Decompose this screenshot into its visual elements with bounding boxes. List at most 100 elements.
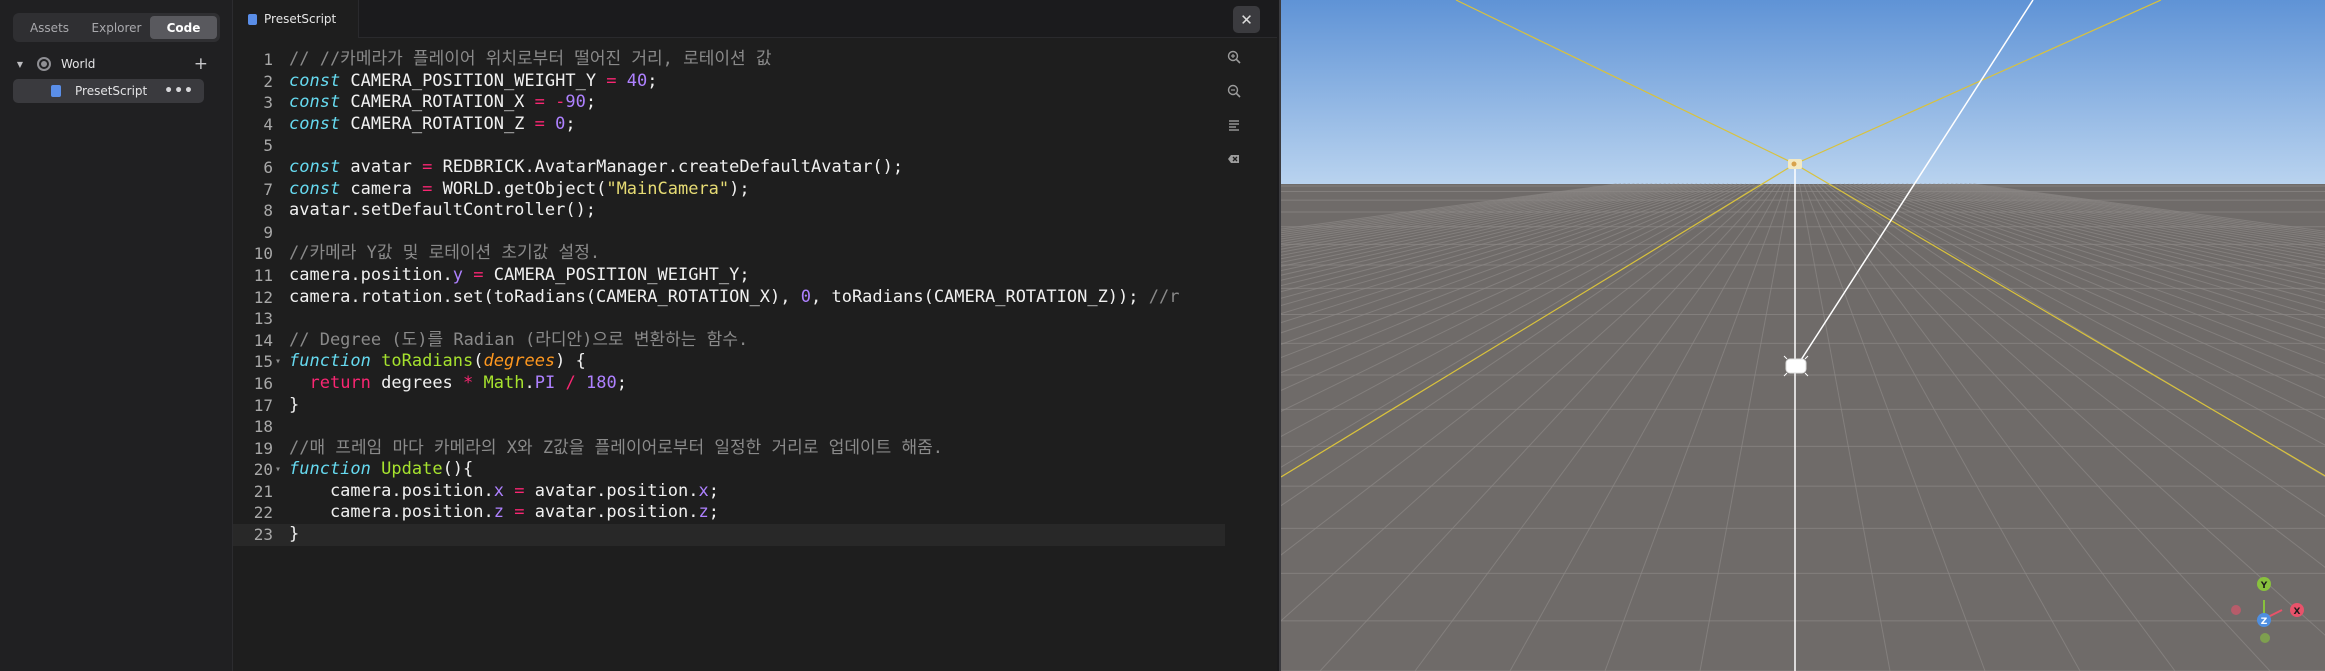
line-number: 10 — [253, 244, 273, 264]
more-options-button[interactable]: ••• — [164, 83, 194, 99]
code-text: const CAMERA_POSITION_WEIGHT_Y = 40; — [289, 70, 658, 91]
close-icon: ✕ — [1240, 10, 1253, 29]
line-number: 17 — [253, 395, 273, 415]
line-number: 8 — [263, 201, 273, 221]
line-number: 18 — [253, 417, 273, 437]
line-number: 20 — [253, 460, 273, 480]
code-text: } — [289, 524, 300, 545]
scene-canvas[interactable]: Y X Z — [1281, 0, 2325, 671]
gizmo-y-label: Y — [2260, 581, 2268, 591]
editor-file-tab[interactable]: PresetScript — [233, 0, 360, 38]
script-file-icon — [248, 13, 257, 25]
line-number: 2 — [263, 71, 273, 91]
code-text: function toRadians(degrees) { — [289, 351, 586, 372]
list-icon[interactable] — [1226, 118, 1242, 134]
code-line[interactable]: 2 const CAMERA_POSITION_WEIGHT_Y = 40; — [233, 71, 1225, 93]
code-line[interactable]: 23} — [233, 524, 1225, 546]
line-number: 11 — [253, 265, 273, 285]
camera-object-icon — [1788, 159, 1802, 169]
code-line[interactable]: 15 ▾ function toRadians(degrees) { — [233, 351, 1225, 373]
sky — [1281, 0, 2325, 184]
line-number: 23 — [253, 525, 273, 545]
line-number: 9 — [263, 222, 273, 242]
code-line[interactable]: 19 //매 프레임 마다 카메라의 X와 Z값을 플레이어로부터 일정한 거리로… — [233, 438, 1225, 460]
editor-file-tab-label: PresetScript — [264, 12, 337, 26]
code-line[interactable]: 6 const avatar = REDBRICK.AvatarManager.c… — [233, 157, 1225, 179]
code-line[interactable]: 17} — [233, 395, 1225, 417]
fold-toggle-icon[interactable]: ▾ — [275, 459, 285, 481]
code-text: const CAMERA_ROTATION_X = -90; — [289, 92, 597, 113]
code-line[interactable]: 16 return degrees * Math.PI / 180; — [233, 373, 1225, 395]
floor — [1281, 184, 2325, 671]
code-line[interactable]: 14 // Degree (도)를 Radian (라디안)으로 변환하는 함수. — [233, 330, 1225, 352]
code-line[interactable]: 3 const CAMERA_ROTATION_X = -90; — [233, 92, 1225, 114]
sidebar-tabs: Assets Explorer Code — [13, 13, 220, 42]
code-text: } — [289, 394, 300, 415]
tree-item-presetscript[interactable]: PresetScript ••• — [13, 79, 204, 103]
line-number: 3 — [263, 93, 273, 113]
line-number: 12 — [253, 287, 273, 307]
code-line[interactable]: 7 const camera = WORLD.getObject("MainCam… — [233, 179, 1225, 201]
code-text: // //카메라가 플레이어 위치로부터 떨어진 거리, 로테이션 값 — [289, 49, 772, 69]
zoom-out-icon[interactable] — [1226, 84, 1242, 100]
code-line[interactable]: 8 avatar.setDefaultController(); — [233, 200, 1225, 222]
tree-item-label: PresetScript — [75, 84, 148, 98]
line-number: 13 — [253, 309, 273, 329]
script-file-icon — [51, 85, 61, 97]
close-editor-button[interactable]: ✕ — [1233, 6, 1260, 33]
line-number: 6 — [263, 157, 273, 177]
code-area[interactable]: 1 // //카메라가 플레이어 위치로부터 떨어진 거리, 로테이션 값 2 con… — [233, 49, 1225, 546]
code-line[interactable]: 18 — [233, 416, 1225, 438]
code-text: return degrees * Math.PI / 180; — [309, 372, 627, 393]
gizmo-y-negative — [2260, 633, 2270, 643]
code-line[interactable]: 12 camera.rotation.set(toRadians(CAMERA_R… — [233, 287, 1225, 309]
code-text: camera.position.x = avatar.position.x; — [289, 480, 719, 501]
gizmo-x-label: X — [2294, 607, 2301, 617]
line-number: 5 — [263, 136, 273, 156]
code-line[interactable]: 4 const CAMERA_ROTATION_Z = 0; — [233, 114, 1225, 136]
code-text: camera.rotation.set(toRadians(CAMERA_ROT… — [289, 286, 1180, 307]
code-line[interactable]: 1 // //카메라가 플레이어 위치로부터 떨어진 거리, 로테이션 값 — [233, 49, 1225, 71]
line-number: 15 — [253, 352, 273, 372]
line-number: 1 — [263, 50, 273, 69]
tab-code[interactable]: Code — [150, 16, 217, 39]
line-number: 16 — [253, 373, 273, 393]
tree-item-label: World — [61, 57, 96, 71]
clear-icon[interactable] — [1226, 152, 1242, 168]
code-line[interactable]: 9 — [233, 222, 1225, 244]
editor-tab-bar: PresetScript ✕ — [233, 0, 1277, 38]
code-text: camera.position.z = avatar.position.z; — [289, 502, 719, 523]
code-text: const camera = WORLD.getObject("MainCame… — [289, 178, 750, 199]
code-text: //카메라 Y값 및 로테이션 초기값 설정. — [289, 243, 601, 264]
tab-explorer[interactable]: Explorer — [83, 16, 150, 39]
code-text: const CAMERA_ROTATION_Z = 0; — [289, 113, 576, 134]
gizmo-z-label: Z — [2261, 617, 2268, 627]
expand-caret-icon[interactable]: ▼ — [13, 60, 27, 69]
world-icon — [37, 57, 51, 71]
code-text: const avatar = REDBRICK.AvatarManager.cr… — [289, 156, 904, 177]
add-script-button[interactable]: + — [194, 54, 208, 74]
explorer-sidebar: Assets Explorer Code ▼ World + PresetScr… — [0, 0, 233, 671]
code-line[interactable]: 10 //카메라 Y값 및 로테이션 초기값 설정. — [233, 243, 1225, 265]
code-line[interactable]: 11 camera.position.y = CAMERA_POSITION_WE… — [233, 265, 1225, 287]
line-number: 14 — [253, 330, 273, 350]
tab-assets[interactable]: Assets — [16, 16, 83, 39]
code-line[interactable]: 21 camera.position.x = avatar.position.x… — [233, 481, 1225, 503]
gizmo-x-negative — [2231, 605, 2241, 615]
code-text: function Update(){ — [289, 459, 474, 480]
code-line[interactable]: 22 camera.position.z = avatar.position.z… — [233, 502, 1225, 524]
code-text: avatar.setDefaultController(); — [289, 200, 597, 221]
tree-item-world[interactable]: ▼ World + — [13, 52, 220, 76]
code-line[interactable]: 13 — [233, 308, 1225, 330]
code-line[interactable]: 20 ▾ function Update(){ — [233, 459, 1225, 481]
scene-viewport[interactable]: Y X Z — [1279, 0, 2325, 671]
line-number: 21 — [253, 481, 273, 501]
code-line[interactable]: 5 — [233, 135, 1225, 157]
zoom-in-icon[interactable] — [1226, 50, 1242, 66]
line-number: 4 — [263, 114, 273, 134]
code-text: camera.position.y = CAMERA_POSITION_WEIG… — [289, 264, 750, 285]
code-editor: PresetScript ✕ 1 // //카메라가 플레이어 위치로부터 떨어진… — [233, 0, 1277, 671]
code-text: // Degree (도)를 Radian (라디안)으로 변환하는 함수. — [289, 329, 749, 350]
fold-toggle-icon[interactable]: ▾ — [275, 351, 285, 373]
line-number: 19 — [253, 438, 273, 458]
